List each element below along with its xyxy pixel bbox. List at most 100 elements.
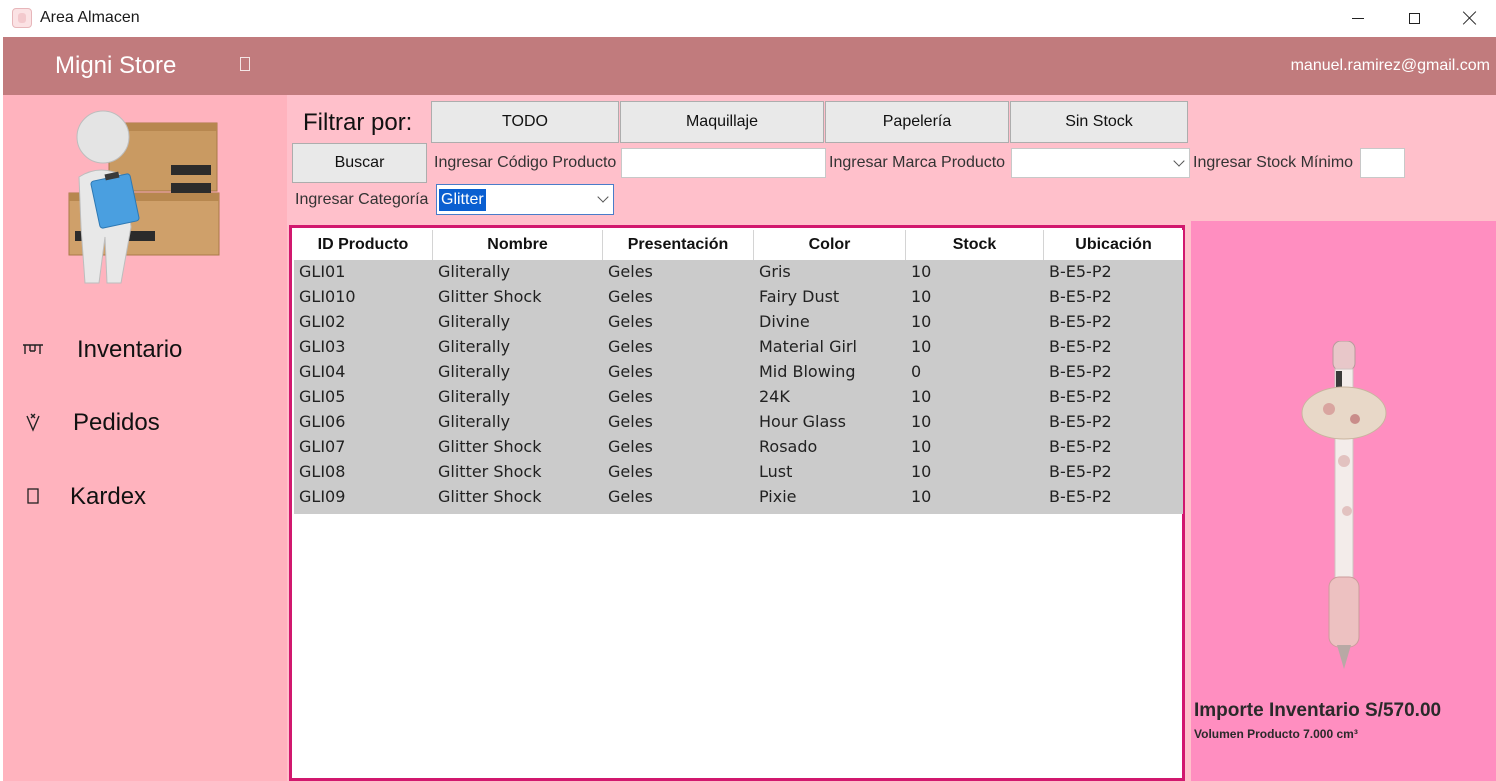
- column-header-color[interactable]: Color: [754, 230, 906, 260]
- table-row[interactable]: GLI01 Gliterally Geles Gris 10 B-E5-P2: [294, 260, 1183, 285]
- sidebar-item-inventario[interactable]: Inventario: [3, 325, 287, 375]
- menu-toggle-icon[interactable]: [240, 57, 250, 71]
- cell-id: GLI09: [299, 487, 346, 506]
- cell-ubicacion: B-E5-P2: [1049, 487, 1112, 506]
- cell-stock: 10: [911, 412, 932, 431]
- cell-stock: 10: [911, 462, 932, 481]
- filter-sin-stock-button[interactable]: Sin Stock: [1010, 101, 1188, 143]
- cell-id: GLI08: [299, 462, 346, 481]
- table-row[interactable]: GLI010 Glitter Shock Geles Fairy Dust 10…: [294, 285, 1183, 310]
- importe-inventario: Importe Inventario S/570.00: [1194, 700, 1442, 721]
- cell-ubicacion: B-E5-P2: [1049, 362, 1112, 381]
- cell-ubicacion: B-E5-P2: [1049, 287, 1112, 306]
- cell-ubicacion: B-E5-P2: [1049, 437, 1112, 456]
- column-header-id[interactable]: ID Producto: [294, 230, 433, 260]
- window-title: Area Almacen: [40, 9, 140, 26]
- codigo-label: Ingresar Código Producto: [434, 154, 617, 171]
- minimize-button[interactable]: [1330, 0, 1386, 36]
- cell-id: GLI010: [299, 287, 356, 306]
- marca-select[interactable]: [1011, 148, 1190, 178]
- product-image: [1301, 341, 1387, 669]
- maximize-icon: [1408, 12, 1420, 24]
- orders-icon: [21, 412, 45, 435]
- table-header: ID Producto Nombre Presentación Color St…: [294, 230, 1183, 260]
- table-row[interactable]: GLI05 Gliterally Geles 24K 10 B-E5-P2: [294, 385, 1183, 410]
- chevron-down-icon: [597, 191, 609, 203]
- cell-nombre: Gliterally: [438, 412, 511, 431]
- filter-label: Filtrar por:: [303, 109, 413, 136]
- cell-nombre: Gliterally: [438, 362, 511, 381]
- sidebar-item-kardex[interactable]: Kardex: [3, 472, 287, 522]
- cell-id: GLI06: [299, 412, 346, 431]
- app-icon: [12, 8, 32, 28]
- column-header-stock[interactable]: Stock: [906, 230, 1044, 260]
- table-row[interactable]: GLI08 Glitter Shock Geles Lust 10 B-E5-P…: [294, 460, 1183, 485]
- cell-ubicacion: B-E5-P2: [1049, 412, 1112, 431]
- table-row[interactable]: GLI02 Gliterally Geles Divine 10 B-E5-P2: [294, 310, 1183, 335]
- cell-presentacion: Geles: [608, 312, 653, 331]
- categoria-label: Ingresar Categoría: [295, 191, 429, 208]
- table-row[interactable]: GLI06 Gliterally Geles Hour Glass 10 B-E…: [294, 410, 1183, 435]
- table-row[interactable]: GLI07 Glitter Shock Geles Rosado 10 B-E5…: [294, 435, 1183, 460]
- cell-nombre: Gliterally: [438, 337, 511, 356]
- cell-id: GLI01: [299, 262, 346, 281]
- cell-nombre: Gliterally: [438, 262, 511, 281]
- cell-ubicacion: B-E5-P2: [1049, 387, 1112, 406]
- cell-presentacion: Geles: [608, 262, 653, 281]
- column-header-ubicacion[interactable]: Ubicación: [1044, 230, 1183, 260]
- cell-color: Mid Blowing: [759, 362, 856, 381]
- cell-presentacion: Geles: [608, 462, 653, 481]
- sidebar-item-label: Pedidos: [73, 409, 160, 436]
- cell-nombre: Glitter Shock: [438, 437, 542, 456]
- cell-id: GLI07: [299, 437, 346, 456]
- cell-presentacion: Geles: [608, 487, 653, 506]
- cell-id: GLI03: [299, 337, 346, 356]
- sidebar-item-pedidos[interactable]: Pedidos: [3, 398, 287, 448]
- cell-stock: 10: [911, 312, 932, 331]
- column-header-nombre[interactable]: Nombre: [433, 230, 603, 260]
- codigo-input[interactable]: [621, 148, 826, 178]
- cell-presentacion: Geles: [608, 387, 653, 406]
- filter-todo-button[interactable]: TODO: [431, 101, 619, 143]
- column-header-presentacion[interactable]: Presentación: [603, 230, 754, 260]
- cell-id: GLI02: [299, 312, 346, 331]
- close-icon: [1463, 11, 1477, 25]
- cell-ubicacion: B-E5-P2: [1049, 462, 1112, 481]
- minimize-icon: [1352, 17, 1364, 19]
- close-button[interactable]: [1442, 0, 1496, 36]
- sidebar-item-label: Kardex: [70, 483, 147, 510]
- search-button[interactable]: Buscar: [292, 143, 427, 183]
- brand-title: Migni Store: [55, 52, 177, 79]
- sidebar: Inventario Pedidos Kardex: [3, 95, 287, 781]
- cell-nombre: Glitter Shock: [438, 287, 542, 306]
- stock-minimo-input[interactable]: [1360, 148, 1405, 178]
- cell-stock: 10: [911, 287, 932, 306]
- cell-presentacion: Geles: [608, 337, 653, 356]
- cell-stock: 10: [911, 387, 932, 406]
- user-email: manuel.ramirez@gmail.com: [1290, 57, 1490, 74]
- cell-color: Rosado: [759, 437, 818, 456]
- table-row[interactable]: GLI03 Gliterally Geles Material Girl 10 …: [294, 335, 1183, 360]
- cell-color: Gris: [759, 262, 791, 281]
- sidebar-item-label: Inventario: [77, 336, 183, 363]
- cell-color: Material Girl: [759, 337, 857, 356]
- cell-nombre: Glitter Shock: [438, 487, 542, 506]
- cell-presentacion: Geles: [608, 412, 653, 431]
- cell-nombre: Gliterally: [438, 312, 511, 331]
- marca-label: Ingresar Marca Producto: [829, 154, 1006, 171]
- cell-presentacion: Geles: [608, 287, 653, 306]
- cell-ubicacion: B-E5-P2: [1049, 337, 1112, 356]
- table-row[interactable]: GLI04 Gliterally Geles Mid Blowing 0 B-E…: [294, 360, 1183, 385]
- cell-presentacion: Geles: [608, 437, 653, 456]
- filter-maquillaje-button[interactable]: Maquillaje: [620, 101, 824, 143]
- filter-papeleria-button[interactable]: Papelería: [825, 101, 1009, 143]
- app-header: Migni Store manuel.ramirez@gmail.com: [3, 37, 1496, 95]
- cell-ubicacion: B-E5-P2: [1049, 262, 1112, 281]
- table-row[interactable]: GLI09 Glitter Shock Geles Pixie 10 B-E5-…: [294, 485, 1183, 510]
- chevron-down-icon: [1173, 155, 1185, 167]
- categoria-select[interactable]: Glitter: [436, 184, 614, 215]
- cell-color: Divine: [759, 312, 810, 331]
- cell-stock: 10: [911, 262, 932, 281]
- cell-id: GLI04: [299, 362, 346, 381]
- maximize-button[interactable]: [1386, 0, 1442, 36]
